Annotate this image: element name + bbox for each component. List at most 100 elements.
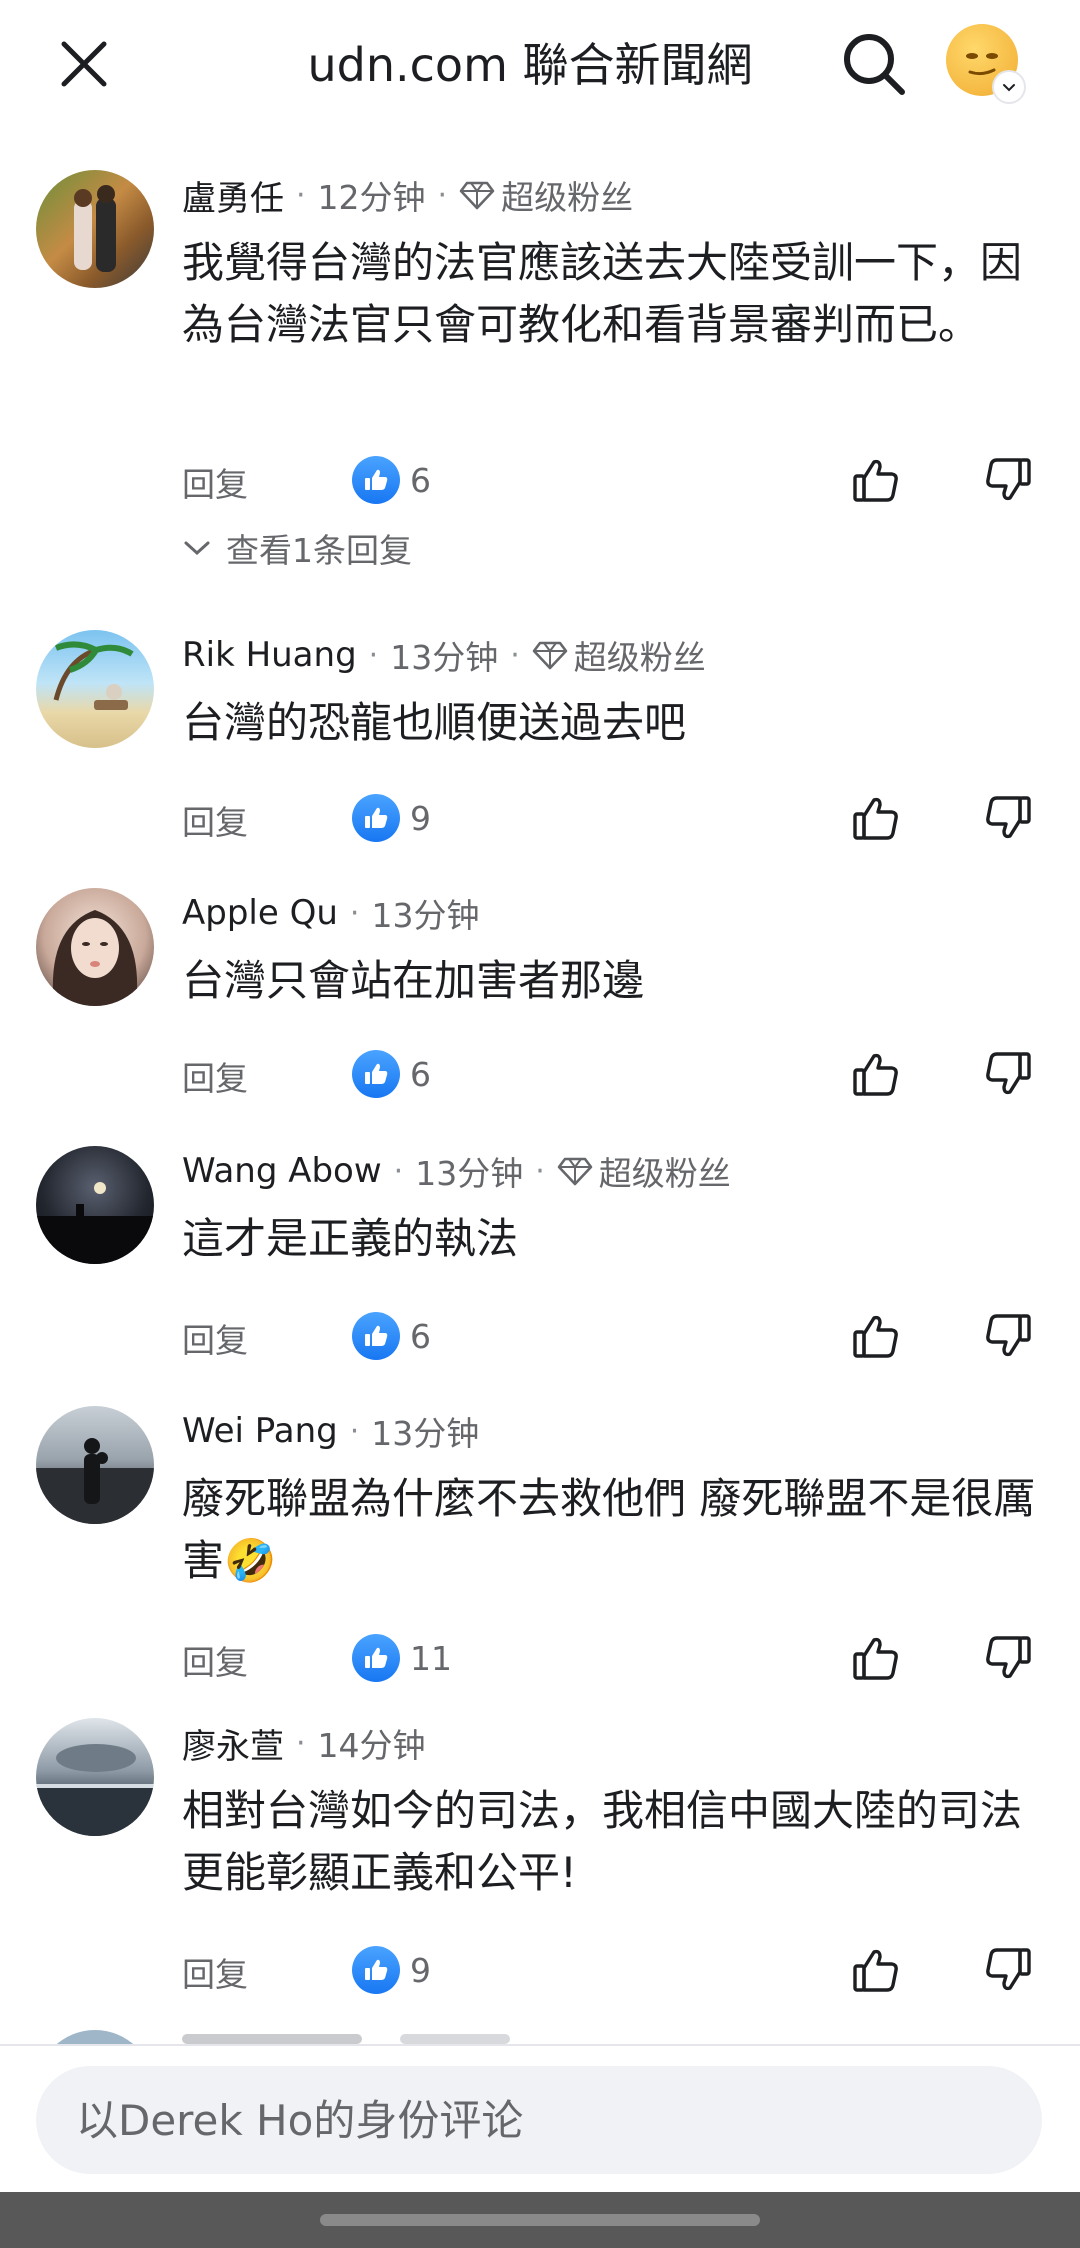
- thumbs-up-icon: [853, 1637, 898, 1680]
- search-button[interactable]: [834, 24, 914, 104]
- comment-meta: Apple Qu · 13分钟: [182, 888, 479, 938]
- comment-meta: Rik Huang · 13分钟 · 超级粉丝: [182, 630, 706, 680]
- search-icon: [844, 34, 905, 95]
- reply-button[interactable]: 回复: [182, 1948, 248, 1996]
- downvote-button[interactable]: [980, 790, 1036, 846]
- avatar[interactable]: [36, 170, 154, 288]
- downvote-button[interactable]: [980, 452, 1036, 508]
- comment-time: 13分钟: [415, 1154, 524, 1193]
- like-count: 9: [410, 798, 431, 838]
- reply-button[interactable]: 回复: [182, 1314, 248, 1362]
- like-badge: [352, 456, 400, 504]
- comment-author[interactable]: 廖永萱: [182, 1719, 284, 1768]
- comment-author[interactable]: Apple Qu: [182, 893, 338, 933]
- like-count: 6: [410, 1316, 431, 1356]
- like-badge: [352, 1946, 400, 1994]
- thumbs-up-icon: [853, 1053, 898, 1096]
- separator-dot: ·: [535, 1153, 545, 1189]
- comment-actions: 回复 9: [182, 1940, 1052, 2000]
- like-summary[interactable]: 6: [352, 450, 431, 510]
- like-badge: [352, 1312, 400, 1360]
- avatar: [36, 2030, 154, 2044]
- like-summary[interactable]: 6: [352, 1306, 431, 1366]
- super-fan-badge: 超级粉丝: [459, 171, 633, 219]
- avatar[interactable]: [36, 630, 154, 748]
- thumbs-down-icon: [986, 1052, 1031, 1095]
- separator-dot: ·: [296, 177, 306, 213]
- page-title: udn.com 聯合新聞網: [307, 38, 753, 92]
- profile-dropdown[interactable]: [994, 72, 1024, 102]
- thumbs-up-icon: [853, 459, 898, 502]
- super-fan-badge: 超级粉丝: [532, 631, 706, 679]
- avatar-photo: [74, 185, 116, 272]
- like-summary[interactable]: 9: [352, 1940, 431, 2000]
- thumbs-up-filled-icon: [365, 1063, 388, 1084]
- reply-button[interactable]: 回复: [182, 458, 248, 506]
- avatar-photo: [36, 1744, 154, 1836]
- downvote-button[interactable]: [980, 1630, 1036, 1686]
- like-count: 9: [410, 1950, 431, 1990]
- upvote-button[interactable]: [848, 452, 904, 508]
- comment-actions: 回复 9: [182, 788, 1052, 848]
- upvote-button[interactable]: [848, 1046, 904, 1102]
- comment-input[interactable]: [36, 2066, 1042, 2174]
- comment-author[interactable]: Rik Huang: [182, 635, 357, 675]
- avatar[interactable]: [36, 1718, 154, 1836]
- view-replies-button[interactable]: 查看1条回复: [182, 524, 412, 572]
- like-count: 6: [410, 1054, 431, 1094]
- upvote-button[interactable]: [848, 1308, 904, 1364]
- time-placeholder: [400, 2034, 510, 2044]
- downvote-button[interactable]: [980, 1942, 1036, 1998]
- avatar[interactable]: [36, 1406, 154, 1524]
- reply-button[interactable]: 回复: [182, 1636, 248, 1684]
- thumbs-down-icon: [986, 1314, 1031, 1357]
- chevron-down-icon: [184, 541, 210, 556]
- reply-button[interactable]: 回复: [182, 796, 248, 844]
- author-placeholder: [182, 2034, 362, 2044]
- thumbs-up-filled-icon: [365, 1647, 388, 1668]
- comment-text: 廢死聯盟為什麼不去救他們 廢死聯盟不是很厲害🤣: [182, 1474, 1036, 1585]
- thumbs-up-filled-icon: [365, 1959, 388, 1980]
- comment-time: 13分钟: [371, 896, 480, 935]
- comment-actions: 回复 6: [182, 1044, 1052, 1104]
- super-fan-label: 超级粉丝: [598, 1154, 731, 1193]
- avatar[interactable]: [36, 888, 154, 1006]
- like-summary[interactable]: 9: [352, 788, 431, 848]
- comment-author[interactable]: 盧勇任: [182, 171, 284, 220]
- upvote-button[interactable]: [848, 790, 904, 846]
- comment-author[interactable]: Wang Abow: [182, 1151, 382, 1191]
- thumbs-up-filled-icon: [365, 807, 388, 828]
- comment-time: 13分钟: [371, 1414, 480, 1453]
- separator-dot: ·: [437, 177, 448, 213]
- gesture-handle[interactable]: [320, 2214, 760, 2226]
- comment-actions: 回复 11: [182, 1628, 1052, 1688]
- profile-menu-button[interactable]: [946, 24, 1026, 104]
- comment-author[interactable]: Wei Pang: [182, 1411, 338, 1451]
- upvote-button[interactable]: [848, 1942, 904, 1998]
- comment-actions: 回复 6: [182, 1306, 1052, 1366]
- comment-text: 這才是正義的執法: [182, 1214, 519, 1263]
- system-nav-bar: [0, 2192, 1080, 2248]
- upvote-button[interactable]: [848, 1630, 904, 1686]
- thumbs-up-filled-icon: [365, 1325, 388, 1346]
- thumbs-down-icon: [986, 458, 1031, 501]
- avatar[interactable]: [36, 1146, 154, 1264]
- reply-button[interactable]: 回复: [182, 1052, 248, 1100]
- separator-dot: ·: [368, 637, 379, 673]
- like-count: 11: [410, 1638, 452, 1678]
- chevron-down-icon: [1003, 84, 1015, 92]
- like-summary[interactable]: 6: [352, 1044, 431, 1104]
- comment-text: 我覺得台灣的法官應該送去大陸受訓一下，因為台灣法官只會可教化和看背景審判而已。: [182, 238, 1023, 349]
- thumbs-up-filled-icon: [365, 469, 388, 490]
- like-summary[interactable]: 11: [352, 1628, 452, 1688]
- super-fan-badge: 超级粉丝: [557, 1147, 731, 1195]
- comment-meta: Wei Pang · 13分钟: [182, 1406, 479, 1456]
- downvote-button[interactable]: [980, 1308, 1036, 1364]
- diamond-icon: [459, 181, 495, 210]
- like-badge: [352, 1634, 400, 1682]
- close-button[interactable]: [48, 28, 120, 100]
- thumbs-up-icon: [853, 797, 898, 840]
- avatar-photo: [52, 910, 138, 1006]
- downvote-button[interactable]: [980, 1046, 1036, 1102]
- separator-dot: ·: [349, 895, 360, 931]
